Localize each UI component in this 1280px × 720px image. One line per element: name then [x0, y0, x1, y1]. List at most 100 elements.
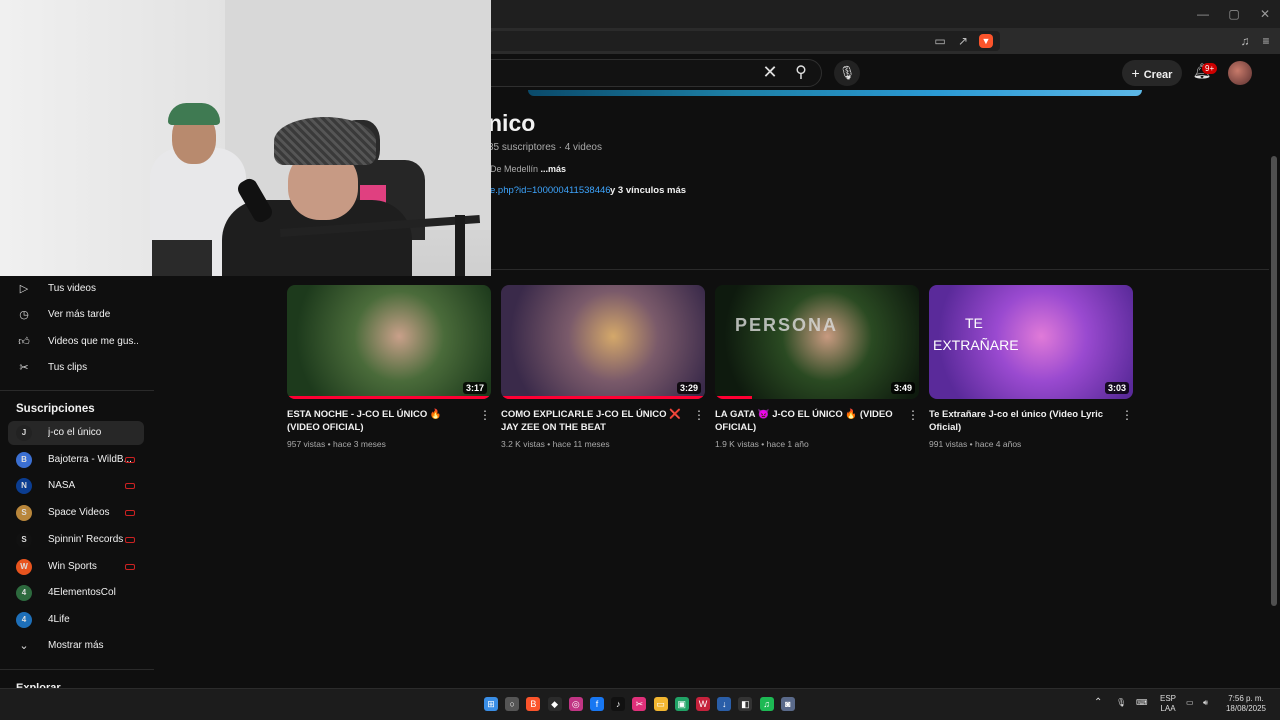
video-age: hace 11 meses	[552, 439, 610, 449]
channel-avatar: N	[16, 478, 32, 495]
video-title[interactable]: ESTA NOCHE - J-CO EL ÚNICO 🔥 (VIDEO OFIC…	[287, 408, 473, 434]
keyboard-icon[interactable]: ⌨	[1136, 698, 1148, 708]
video-thumbnail[interactable]: TE EXTRAÑARE 3:03	[929, 285, 1133, 399]
more-actions-icon[interactable]: ⋮	[1121, 408, 1133, 422]
subscription-item[interactable]: 4 4ElementosCol	[8, 581, 144, 605]
meta-separator: •	[544, 439, 553, 449]
scissors-icon: ✂	[19, 362, 29, 374]
cast-icon[interactable]: ▭	[931, 32, 949, 50]
language-code: ESP	[1159, 694, 1176, 703]
live-indicator-icon	[125, 483, 135, 490]
account-avatar[interactable]	[1228, 61, 1252, 85]
scrollbar-thumb[interactable]	[1271, 156, 1277, 606]
clock[interactable]: 7:56 p. m. 18/08/2025	[1222, 694, 1270, 714]
subscription-item[interactable]: N NASA	[8, 474, 144, 498]
maximize-icon[interactable]: ▢	[1219, 4, 1249, 24]
channel-stats: 35 suscriptores · 4 videos	[488, 142, 602, 153]
video-card[interactable]: PERSONA 3:49 LA GATA 👿 J-CO EL ÚNICO 🔥 (VI…	[715, 285, 919, 455]
network-icon[interactable]: ▭	[1186, 698, 1194, 708]
clock-date: 18/08/2025	[1225, 704, 1267, 713]
minimize-icon[interactable]: —	[1188, 4, 1218, 24]
video-meta: 991 vistas • hace 4 años	[929, 439, 1021, 449]
more-links-button[interactable]: y 3 vínculos más	[610, 185, 686, 196]
more-actions-icon[interactable]: ⋮	[479, 408, 491, 422]
files-icon[interactable]: ▭	[653, 697, 668, 711]
video-card[interactable]: 3:17 ESTA NOCHE - J-CO EL ÚNICO 🔥 (VIDEO …	[287, 285, 491, 455]
watch-progress-bar	[715, 396, 752, 399]
subscription-item[interactable]: S Spinnin' Records	[8, 528, 144, 552]
subscription-item[interactable]: B Bajoterra - WildB...	[8, 448, 144, 472]
video-title[interactable]: COMO EXPLICARLE J-CO EL ÚNICO ❌ JAY ZEE …	[501, 408, 687, 434]
media-icon[interactable]: ♫	[1236, 32, 1254, 50]
channel-description-text: De Medellín	[490, 164, 539, 174]
video-thumbnail[interactable]: PERSONA 3:49	[715, 285, 919, 399]
language-indicator[interactable]: ESP LAA	[1158, 694, 1178, 714]
store-icon[interactable]: ▣	[674, 697, 689, 711]
video-age: hace 1 año	[766, 439, 809, 449]
video-thumbnail[interactable]: 3:17	[287, 285, 491, 399]
subscription-label: 4Life	[48, 613, 70, 625]
microphone-tray-icon[interactable]: 🎙	[1116, 698, 1126, 708]
description-more-link[interactable]: ...más	[541, 164, 567, 174]
video-thumbnail[interactable]: 3:29	[501, 285, 705, 399]
thumbnail-text: TE	[965, 315, 983, 331]
capcut-icon[interactable]: ✂	[632, 697, 647, 711]
video-title[interactable]: Te Extrañare J-co el único (Video Lyric …	[929, 408, 1115, 434]
video-age: hace 3 meses	[332, 439, 386, 449]
video-card[interactable]: 3:29 COMO EXPLICARLE J-CO EL ÚNICO ❌ JAY …	[501, 285, 705, 455]
instagram-icon[interactable]: ◎	[568, 697, 583, 711]
create-button[interactable]: + Crear	[1122, 60, 1182, 86]
brave-shield-icon[interactable]: ▼	[979, 34, 993, 48]
brave-icon[interactable]: B	[526, 697, 541, 711]
channel-avatar: 4	[16, 585, 32, 602]
video-views: 3.2 K vistas	[501, 439, 545, 449]
camera-icon[interactable]: ◙	[780, 697, 795, 711]
app-blue-icon[interactable]: ↓	[717, 697, 732, 711]
video-title[interactable]: LA GATA 👿 J-CO EL ÚNICO 🔥 (VIDEO OFICIAL…	[715, 408, 901, 434]
video-icon: ▷	[19, 283, 29, 295]
tray-chevron-up-icon[interactable]: ⌃	[1094, 698, 1102, 708]
menu-icon[interactable]: ≡	[1257, 32, 1275, 50]
share-icon[interactable]: ↗	[954, 32, 972, 50]
video-meta: 1.9 K vistas • hace 1 año	[715, 439, 809, 449]
volume-icon[interactable]: 🔊︎	[1203, 698, 1208, 708]
watch-progress-bar	[501, 396, 705, 399]
thumbnail-text: PERSONA	[735, 315, 839, 335]
subscription-item[interactable]: 4 4Life	[8, 608, 144, 632]
app-red-icon[interactable]: W	[696, 697, 710, 711]
sidebar-item-your-videos[interactable]: ▷ Tus videos	[8, 277, 144, 301]
windows-start-icon[interactable]: ⊞	[484, 697, 498, 711]
thumbnail-text: EXTRAÑARE	[933, 337, 1019, 353]
app-icon[interactable]: ◆	[547, 697, 562, 711]
microphone-icon[interactable]: 🎙	[834, 60, 860, 86]
more-actions-icon[interactable]: ⋮	[693, 408, 705, 422]
channel-avatar: S	[16, 505, 32, 522]
clock-time: 7:56 p. m.	[1228, 694, 1264, 703]
channel-link[interactable]: e.php?id=100000411538446	[490, 185, 611, 196]
subscription-item[interactable]: Jj-co el único	[8, 421, 144, 445]
sidebar-item-watch-later[interactable]: ◷ Ver más tarde	[8, 303, 144, 327]
channel-description[interactable]: De Medellín ...más	[490, 164, 566, 174]
live-indicator-icon	[125, 510, 135, 517]
subscription-item[interactable]: W Win Sports	[8, 555, 144, 579]
watch-progress-bar	[287, 396, 491, 399]
video-duration: 3:17	[462, 382, 487, 394]
meta-separator: •	[325, 439, 333, 449]
sidebar-item-your-clips[interactable]: ✂ Tus clips	[8, 356, 144, 380]
address-bar[interactable]	[490, 31, 1000, 51]
close-icon[interactable]: ✕	[1250, 4, 1280, 24]
facebook-icon[interactable]: f	[590, 697, 604, 711]
video-duration: 3:03	[1104, 382, 1129, 394]
search-taskbar-icon[interactable]: ○	[505, 697, 520, 711]
more-actions-icon[interactable]: ⋮	[907, 408, 919, 422]
spotify-icon[interactable]: ♫	[759, 697, 774, 711]
tiktok-icon[interactable]: ♪	[611, 697, 626, 711]
sidebar-item-liked-videos[interactable]: 👍︎ Videos que me gus...	[8, 330, 144, 354]
search-icon[interactable]: ⚲	[790, 62, 812, 84]
create-label: Crear	[1143, 69, 1173, 81]
video-card[interactable]: TE EXTRAÑARE 3:03 Te Extrañare J-co el únic…	[929, 285, 1133, 455]
show-more-button[interactable]: ⌄ Mostrar más	[8, 634, 144, 658]
subscription-item[interactable]: S Space Videos	[8, 501, 144, 525]
clear-search-icon[interactable]: ✕	[760, 62, 780, 82]
app-dark-icon[interactable]: ◧	[738, 697, 753, 711]
